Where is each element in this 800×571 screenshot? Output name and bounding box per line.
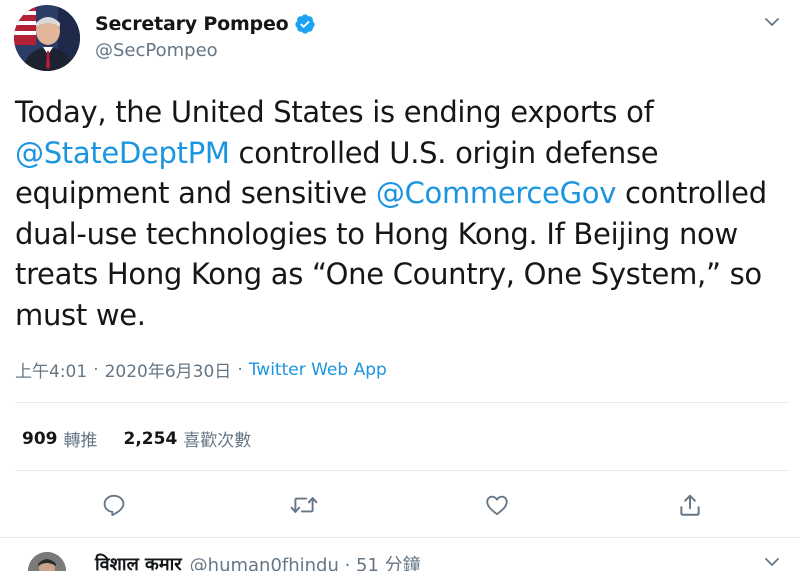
mention-link[interactable]: @StateDeptPM xyxy=(15,136,230,170)
chevron-down-icon xyxy=(765,558,779,566)
retweets-stat[interactable]: 909 轉推 xyxy=(22,426,98,452)
likes-stat[interactable]: 2,254 喜歡次數 xyxy=(123,426,252,452)
reply-avatar[interactable] xyxy=(28,552,66,571)
reply-handle[interactable]: @human0fhindu · 51 分鐘 xyxy=(190,551,421,571)
tweet-text-part: Today, the United States is ending expor… xyxy=(15,95,654,129)
tweet-actions xyxy=(0,485,800,525)
retweets-label: 轉推 xyxy=(63,431,98,451)
divider xyxy=(15,470,790,471)
reply-header: विशाल कमार @human0fhindu · 51 分鐘 xyxy=(95,551,421,571)
reply-avatar-image xyxy=(28,552,66,571)
reply-menu-button[interactable] xyxy=(758,548,786,571)
verified-badge-icon xyxy=(295,14,316,34)
author-display-name[interactable]: Secretary Pompeo xyxy=(95,13,289,35)
share-icon xyxy=(680,494,700,516)
tweet-text: Today, the United States is ending expor… xyxy=(15,92,790,335)
author-avatar[interactable] xyxy=(14,5,80,71)
likes-count: 2,254 xyxy=(123,428,178,449)
tweet-date[interactable]: 2020年6月30日 xyxy=(105,357,232,382)
divider xyxy=(15,402,790,403)
meta-separator: · xyxy=(93,359,99,380)
reply-tweet[interactable]: विशाल कमार @human0fhindu · 51 分鐘 xyxy=(0,538,800,571)
like-button[interactable] xyxy=(477,485,517,525)
likes-label: 喜歡次數 xyxy=(183,431,252,451)
chevron-down-icon xyxy=(765,18,779,26)
author-handle[interactable]: @SecPompeo xyxy=(95,40,316,61)
author-name-block: Secretary Pompeo @SecPompeo xyxy=(95,10,316,61)
tweet-time[interactable]: 上午4:01 xyxy=(15,357,87,382)
like-icon xyxy=(486,495,508,516)
display-name-row: Secretary Pompeo xyxy=(95,10,316,38)
retweets-count: 909 xyxy=(22,428,58,449)
meta-separator: · xyxy=(237,359,243,380)
reply-icon xyxy=(103,494,125,516)
tweet-menu-button[interactable] xyxy=(758,8,786,36)
mention-link[interactable]: @CommerceGov xyxy=(376,176,616,210)
tweet-source-link[interactable]: Twitter Web App xyxy=(249,360,387,380)
tweet-stats: 909 轉推 2,254 喜歡次數 xyxy=(22,426,252,452)
reply-display-name[interactable]: विशाल कमार xyxy=(95,552,182,571)
retweet-icon xyxy=(290,497,318,513)
avatar-image xyxy=(14,5,80,71)
reply-button[interactable] xyxy=(94,485,134,525)
share-button[interactable] xyxy=(670,485,710,525)
tweet-meta: 上午4:01 · 2020年6月30日 · Twitter Web App xyxy=(15,357,387,383)
retweet-button[interactable] xyxy=(284,485,324,525)
tweet-header: Secretary Pompeo @SecPompeo xyxy=(0,0,800,80)
